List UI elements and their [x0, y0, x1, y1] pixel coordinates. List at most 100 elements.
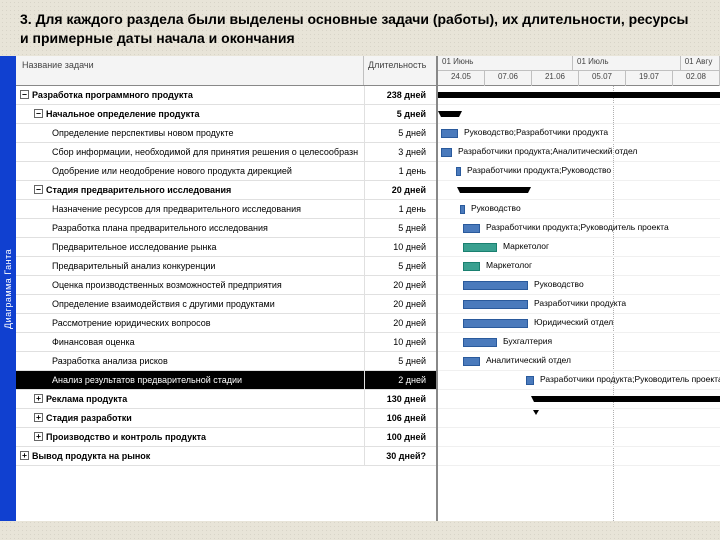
task-duration-cell[interactable]: 5 дней: [364, 219, 436, 237]
task-row[interactable]: −Стадия предварительного исследования20 …: [16, 181, 436, 200]
task-bar[interactable]: [441, 148, 452, 157]
task-row[interactable]: Назначение ресурсов для предварительного…: [16, 200, 436, 219]
task-row[interactable]: Разработка плана предварительного исслед…: [16, 219, 436, 238]
task-bar[interactable]: [463, 224, 480, 233]
task-row[interactable]: Разработка анализа рисков5 дней: [16, 352, 436, 371]
task-name-cell[interactable]: Финансовая оценка: [16, 337, 364, 347]
task-row[interactable]: Рассмотрение юридических вопросов20 дней: [16, 314, 436, 333]
task-row[interactable]: Сбор информации, необходимой для приняти…: [16, 143, 436, 162]
task-duration-cell[interactable]: 1 день: [364, 200, 436, 218]
collapse-icon[interactable]: −: [34, 185, 43, 194]
task-name-cell[interactable]: −Стадия предварительного исследования: [16, 185, 364, 195]
task-row[interactable]: Предварительный анализ конкуренции5 дней: [16, 257, 436, 276]
task-duration-cell[interactable]: 5 дней: [364, 105, 436, 123]
task-row[interactable]: +Вывод продукта на рынок30 дней?: [16, 447, 436, 466]
summary-bar[interactable]: [460, 187, 528, 193]
task-duration-cell[interactable]: 5 дней: [364, 257, 436, 275]
expand-icon[interactable]: +: [34, 413, 43, 422]
task-bar[interactable]: [463, 243, 497, 252]
task-duration-cell[interactable]: 20 дней: [364, 314, 436, 332]
task-bar[interactable]: [463, 262, 480, 271]
collapse-icon[interactable]: −: [34, 109, 43, 118]
task-name-cell[interactable]: Рассмотрение юридических вопросов: [16, 318, 364, 328]
task-row[interactable]: +Реклама продукта130 дней: [16, 390, 436, 409]
task-row[interactable]: Оценка производственных возможностей пре…: [16, 276, 436, 295]
task-duration-cell[interactable]: 20 дней: [364, 276, 436, 294]
task-row[interactable]: Определение взаимодействия с другими про…: [16, 295, 436, 314]
expand-icon[interactable]: +: [20, 451, 29, 460]
task-duration-cell[interactable]: 3 дней: [364, 143, 436, 161]
task-row[interactable]: Анализ результатов предварительной стади…: [16, 371, 436, 390]
view-tab-gantt[interactable]: Диаграмма Ганта: [0, 56, 16, 521]
task-duration-cell[interactable]: 5 дней: [364, 352, 436, 370]
resource-label: Разработчики продукта;Аналитический отде…: [458, 146, 637, 156]
task-duration-cell[interactable]: 20 дней: [364, 181, 436, 199]
gantt-row: [438, 105, 720, 124]
gantt-body[interactable]: Руководство;Разработчики продуктаРазрабо…: [438, 86, 720, 521]
task-duration-cell[interactable]: 2 дней: [364, 371, 436, 389]
task-row[interactable]: Предварительное исследование рынка10 дне…: [16, 238, 436, 257]
resource-label: Бухгалтерия: [503, 336, 552, 346]
gantt-chart[interactable]: 01 Июнь01 Июль01 Авгу 24.0507.0621.0605.…: [438, 56, 720, 521]
task-name-cell[interactable]: +Стадия разработки: [16, 413, 364, 423]
task-bar[interactable]: [460, 205, 465, 214]
summary-bar[interactable]: [534, 396, 720, 402]
timeline-date: 24.05: [438, 71, 485, 86]
task-name-cell[interactable]: −Начальное определение продукта: [16, 109, 364, 119]
gantt-row: Маркетолог: [438, 257, 720, 276]
gantt-row: Разработчики продукта;Руководитель проек…: [438, 371, 720, 390]
task-duration-cell[interactable]: 20 дней: [364, 295, 436, 313]
task-duration-cell[interactable]: 130 дней: [364, 390, 436, 408]
task-bar[interactable]: [463, 319, 528, 328]
timeline-month: 01 Июнь: [438, 56, 573, 70]
task-name-cell[interactable]: −Разработка программного продукта: [16, 90, 364, 100]
summary-bar[interactable]: [438, 92, 720, 98]
collapse-icon[interactable]: −: [20, 90, 29, 99]
task-duration-cell[interactable]: 5 дней: [364, 124, 436, 142]
task-duration-cell[interactable]: 238 дней: [364, 86, 436, 104]
task-name-cell[interactable]: Одобрение или неодобрение нового продукт…: [16, 166, 364, 176]
task-name-text: Реклама продукта: [46, 394, 127, 404]
task-row[interactable]: Определение перспективы новом продукте5 …: [16, 124, 436, 143]
expand-icon[interactable]: +: [34, 432, 43, 441]
task-duration-cell[interactable]: 10 дней: [364, 238, 436, 256]
task-bar[interactable]: [463, 300, 528, 309]
task-bar[interactable]: [456, 167, 461, 176]
task-name-text: Вывод продукта на рынок: [32, 451, 150, 461]
task-name-cell[interactable]: +Вывод продукта на рынок: [16, 451, 364, 461]
task-bar[interactable]: [526, 376, 534, 385]
task-name-cell[interactable]: Разработка анализа рисков: [16, 356, 364, 366]
task-duration-cell[interactable]: 106 дней: [364, 409, 436, 427]
col-header-duration[interactable]: Длительность: [364, 56, 436, 85]
task-duration-cell[interactable]: 30 дней?: [364, 447, 436, 465]
task-duration-cell[interactable]: 100 дней: [364, 428, 436, 446]
task-bar[interactable]: [463, 281, 528, 290]
task-name-cell[interactable]: +Производство и контроль продукта: [16, 432, 364, 442]
col-header-name[interactable]: Название задачи: [16, 56, 364, 85]
task-duration-cell[interactable]: 10 дней: [364, 333, 436, 351]
task-bar[interactable]: [463, 338, 497, 347]
task-bar[interactable]: [463, 357, 480, 366]
task-name-cell[interactable]: Предварительный анализ конкуренции: [16, 261, 364, 271]
task-name-cell[interactable]: Предварительное исследование рынка: [16, 242, 364, 252]
expand-icon[interactable]: +: [34, 394, 43, 403]
task-name-cell[interactable]: Сбор информации, необходимой для приняти…: [16, 147, 364, 157]
task-name-cell[interactable]: +Реклама продукта: [16, 394, 364, 404]
task-row[interactable]: Финансовая оценка 10 дней: [16, 333, 436, 352]
task-name-cell[interactable]: Оценка производственных возможностей пре…: [16, 280, 364, 290]
task-row[interactable]: +Производство и контроль продукта100 дне…: [16, 428, 436, 447]
timeline-date: 07.06: [485, 71, 532, 86]
task-name-cell[interactable]: Анализ результатов предварительной стади…: [16, 375, 364, 385]
task-name-cell[interactable]: Определение взаимодействия с другими про…: [16, 299, 364, 309]
task-name-text: Финансовая оценка: [52, 337, 135, 347]
task-row[interactable]: −Разработка программного продукта238 дне…: [16, 86, 436, 105]
task-name-cell[interactable]: Определение перспективы новом продукте: [16, 128, 364, 138]
summary-bar[interactable]: [441, 111, 459, 117]
task-name-cell[interactable]: Назначение ресурсов для предварительного…: [16, 204, 364, 214]
task-bar[interactable]: [441, 129, 458, 138]
task-duration-cell[interactable]: 1 день: [364, 162, 436, 180]
task-name-cell[interactable]: Разработка плана предварительного исслед…: [16, 223, 364, 233]
task-row[interactable]: +Стадия разработки106 дней: [16, 409, 436, 428]
task-row[interactable]: −Начальное определение продукта5 дней: [16, 105, 436, 124]
task-row[interactable]: Одобрение или неодобрение нового продукт…: [16, 162, 436, 181]
